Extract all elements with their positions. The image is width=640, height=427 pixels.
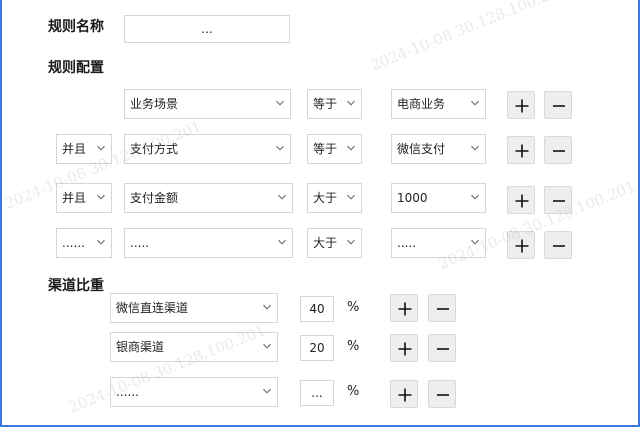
chevron-down-icon	[263, 342, 271, 350]
rule-value-select[interactable]: 1000	[391, 183, 486, 213]
chevron-down-icon	[471, 238, 479, 246]
chevron-down-icon	[263, 387, 271, 395]
remove-channel-button[interactable]	[428, 380, 456, 408]
chevron-down-icon	[278, 238, 286, 246]
rule-field-select[interactable]: 支付金额	[124, 183, 293, 213]
channel-value: 银商渠道	[116, 340, 165, 354]
channel-value: ......	[116, 385, 139, 399]
add-channel-button[interactable]	[390, 294, 418, 322]
channel-select[interactable]: 银商渠道	[110, 332, 278, 362]
rule-field-select[interactable]: 支付方式	[124, 134, 291, 164]
weight-input[interactable]: 20	[300, 335, 334, 361]
rule-logic-value: 并且	[62, 142, 87, 156]
channel-weight-label: 渠道比重	[48, 278, 104, 294]
remove-rule-button[interactable]	[544, 186, 572, 214]
chevron-down-icon	[97, 144, 105, 152]
chevron-down-icon	[471, 193, 479, 201]
add-rule-button[interactable]	[507, 136, 535, 164]
chevron-down-icon	[347, 99, 355, 107]
rule-field-value: 支付金额	[130, 191, 179, 205]
add-rule-button[interactable]	[507, 186, 535, 214]
rule-operator-value: 大于	[313, 236, 338, 250]
rule-value-select[interactable]: 微信支付	[391, 134, 486, 164]
remove-channel-button[interactable]	[428, 294, 456, 322]
rule-logic-value: ......	[62, 236, 85, 250]
chevron-down-icon	[276, 99, 284, 107]
rule-field-value: .....	[130, 236, 150, 250]
remove-channel-button[interactable]	[428, 334, 456, 362]
rule-config-label: 规则配置	[48, 60, 104, 76]
rule-name-input[interactable]: ...	[124, 15, 290, 43]
chevron-down-icon	[263, 303, 271, 311]
rule-field-value: 业务场景	[130, 97, 179, 111]
rule-operator-select[interactable]: 等于	[307, 89, 362, 119]
rule-operator-value: 等于	[313, 97, 338, 111]
weight-input[interactable]: ...	[300, 380, 334, 406]
remove-rule-button[interactable]	[544, 231, 572, 259]
rule-value-select[interactable]: .....	[391, 228, 486, 258]
rule-value-value: 电商业务	[397, 97, 446, 111]
add-channel-button[interactable]	[390, 380, 418, 408]
percent-unit: %	[347, 339, 360, 354]
rule-field-select[interactable]: 业务场景	[124, 89, 291, 119]
chevron-down-icon	[278, 193, 286, 201]
chevron-down-icon	[276, 144, 284, 152]
remove-rule-button[interactable]	[544, 91, 572, 119]
chevron-down-icon	[97, 193, 105, 201]
rule-field-value: 支付方式	[130, 142, 179, 156]
channel-select[interactable]: ......	[110, 377, 278, 407]
rule-operator-select[interactable]: 大于	[307, 183, 362, 213]
rule-operator-select[interactable]: 等于	[307, 134, 362, 164]
chevron-down-icon	[471, 99, 479, 107]
percent-unit: %	[347, 300, 360, 315]
channel-value: 微信直连渠道	[116, 301, 189, 315]
weight-input[interactable]: 40	[300, 296, 334, 322]
rule-field-select[interactable]: .....	[124, 228, 293, 258]
rule-operator-select[interactable]: 大于	[307, 228, 362, 258]
chevron-down-icon	[471, 144, 479, 152]
add-channel-button[interactable]	[390, 334, 418, 362]
channel-select[interactable]: 微信直连渠道	[110, 293, 278, 323]
chevron-down-icon	[347, 193, 355, 201]
rule-value-select[interactable]: 电商业务	[391, 89, 486, 119]
add-rule-button[interactable]	[507, 231, 535, 259]
rule-operator-value: 等于	[313, 142, 338, 156]
chevron-down-icon	[97, 238, 105, 246]
percent-unit: %	[347, 384, 360, 399]
rule-value-value: .....	[397, 236, 417, 250]
chevron-down-icon	[347, 144, 355, 152]
rule-value-value: 微信支付	[397, 142, 446, 156]
rule-logic-value: 并且	[62, 191, 87, 205]
rule-logic-select[interactable]: 并且	[56, 134, 112, 164]
rule-logic-select[interactable]: ......	[56, 228, 112, 258]
rule-operator-value: 大于	[313, 191, 338, 205]
remove-rule-button[interactable]	[544, 136, 572, 164]
chevron-down-icon	[347, 238, 355, 246]
rule-value-value: 1000	[397, 191, 428, 205]
rule-name-label: 规则名称	[48, 19, 104, 35]
rule-logic-select[interactable]: 并且	[56, 183, 112, 213]
add-rule-button[interactable]	[507, 91, 535, 119]
